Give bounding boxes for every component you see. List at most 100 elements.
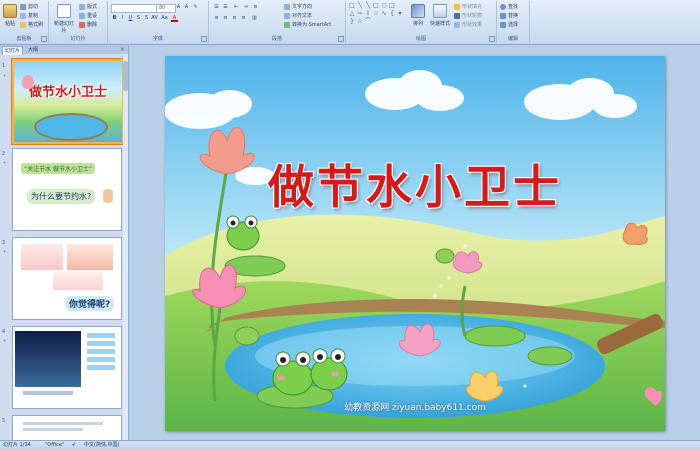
layout-icon (79, 4, 85, 10)
reset-button[interactable]: 重设 (79, 12, 97, 20)
italic-button[interactable]: I (119, 15, 126, 22)
transition-icon: ✦ (3, 338, 7, 343)
font-color-button[interactable]: A (171, 15, 178, 22)
rectangle-icon[interactable]: □ (349, 3, 355, 9)
quick-styles-button[interactable]: 快速样式 (430, 4, 450, 27)
line-icon[interactable]: ╲ (357, 3, 363, 9)
slide-thumbnail-5[interactable] (12, 415, 122, 441)
new-slide-icon (57, 4, 71, 18)
font-launcher-icon[interactable] (201, 36, 207, 42)
rectangle-icon[interactable]: □ (389, 3, 395, 9)
columns-button[interactable]: ▥ (251, 15, 258, 22)
line-spacing-button[interactable]: ≡ (252, 4, 259, 11)
line-icon[interactable]: ╲ (365, 3, 371, 9)
bullets-button[interactable]: ☰ (213, 4, 220, 11)
scrollbar-thumb[interactable] (123, 61, 128, 91)
align-left-button[interactable]: ≡ (213, 15, 220, 22)
font-name-combo[interactable] (111, 4, 157, 13)
strikethrough-button[interactable]: S (135, 15, 142, 22)
slide-thumbnail-3[interactable]: 你觉得呢? (12, 237, 122, 320)
brush-icon (20, 22, 26, 28)
close-icon[interactable]: × (120, 46, 125, 54)
shrink-font-button[interactable]: A (183, 4, 190, 11)
font-size-combo[interactable]: 80 (156, 4, 176, 13)
current-slide[interactable]: 做节水小卫士 幼教资源网 ziyuan.baby611.com (165, 56, 665, 431)
star-icon[interactable]: ☆ (357, 19, 363, 25)
numbering-button[interactable]: ☰ (222, 4, 229, 11)
thumbnail-image (21, 244, 63, 270)
increase-indent-button[interactable]: ⇥ (242, 4, 249, 11)
replace-button[interactable]: 替换 (500, 12, 518, 20)
arrow-icon[interactable]: ⇩ (365, 11, 371, 17)
shadow-button[interactable]: S (143, 15, 150, 22)
editing-group-label: 编辑 (507, 36, 518, 42)
shape-outline-button[interactable]: 形状轮廓 (454, 12, 482, 20)
text-direction-icon (284, 4, 290, 10)
align-text-button[interactable]: 对齐文本 (284, 12, 312, 20)
shape-fill-button[interactable]: 形状填充 (454, 3, 482, 11)
copy-button[interactable]: 复制 (20, 12, 38, 20)
find-button[interactable]: 查找 (500, 3, 518, 11)
slide-thumbnail-4[interactable] (12, 326, 122, 409)
grow-font-button[interactable]: A (175, 4, 182, 11)
slide-number: 4 (2, 329, 6, 335)
align-text-icon (284, 13, 290, 19)
cut-button[interactable]: 剪切 (20, 3, 38, 11)
text-direction-button[interactable]: 文字方向 (284, 3, 312, 11)
delete-slide-button[interactable]: 删除 (79, 21, 97, 29)
align-center-button[interactable]: ≡ (222, 15, 229, 22)
slides-pane: 幻灯片 大纲 × 1 ✦ 做节水小卫士 2 ✦ “关注节水 做节水小卫士” 为什… (0, 45, 129, 441)
smartart-button[interactable]: 转换为 SmartArt (284, 21, 331, 29)
thumbnail-pond (34, 113, 108, 141)
quick-styles-icon (433, 4, 447, 18)
slide-thumbnail-2[interactable]: “关注节水 做节水小卫士” 为什么要节约水? (12, 148, 122, 231)
slide-number: 1 (2, 63, 6, 69)
star-icon[interactable]: ☆ (373, 11, 379, 17)
curve-icon[interactable]: ⌒ (365, 19, 371, 25)
slide-footer: 幼教资源网 ziyuan.baby611.com (344, 403, 486, 413)
select-button[interactable]: 选择 (500, 21, 518, 29)
underline-button[interactable]: U (127, 15, 134, 22)
slide-editing-area: 做节水小卫士 幼教资源网 ziyuan.baby611.com (129, 45, 700, 440)
paste-icon (3, 4, 17, 18)
bold-button[interactable]: B (111, 15, 118, 22)
reset-icon (79, 13, 85, 19)
decrease-indent-button[interactable]: ⇤ (233, 4, 240, 11)
slide-thumbnail-1[interactable]: 做节水小卫士 (12, 59, 124, 144)
drawing-launcher-icon[interactable] (489, 36, 495, 42)
format-painter-button[interactable]: 格式刷 (20, 21, 43, 29)
rectangle-icon[interactable]: □ (373, 3, 379, 9)
clear-format-button[interactable]: ✎ (192, 4, 199, 11)
editing-group: 查找 替换 选择 编辑 (497, 1, 530, 43)
brace-icon[interactable]: } (349, 19, 355, 25)
char-spacing-button[interactable]: AV (151, 15, 158, 22)
slides-group-label: 幻灯片 (70, 36, 86, 42)
layout-button[interactable]: 版式 (79, 3, 97, 11)
outline-icon (454, 13, 460, 19)
pane-scrollbar[interactable] (123, 55, 128, 440)
arrange-button[interactable]: 排列 (410, 4, 426, 27)
shapes-gallery[interactable]: □ ╲ ╲ □ ○ □ △ ⇨ ⇩ ☆ ∿ { } ☆ ⌒ ▾ (349, 3, 405, 29)
copy-icon (20, 13, 26, 19)
brace-icon[interactable]: { (389, 11, 395, 17)
paste-button[interactable]: 粘贴 (2, 4, 18, 27)
tab-slides[interactable]: 幻灯片 (2, 46, 24, 55)
align-right-button[interactable]: ≡ (231, 15, 238, 22)
slide-title[interactable]: 做节水小卫士 (165, 151, 665, 217)
oval-icon[interactable]: ○ (381, 3, 387, 9)
slides-group: 新建幻灯片 版式 重设 删除 幻灯片 (49, 1, 108, 43)
thumbnail-image (15, 331, 81, 387)
triangle-icon[interactable]: △ (349, 11, 355, 17)
change-case-button[interactable]: Aa (161, 15, 168, 22)
slide-number: 3 (2, 240, 6, 246)
paragraph-launcher-icon[interactable] (338, 36, 344, 42)
shape-more-icon[interactable]: ▾ (397, 11, 403, 17)
new-slide-button[interactable]: 新建幻灯片 (53, 4, 75, 34)
justify-button[interactable]: ≡ (240, 15, 247, 22)
tab-outline[interactable]: 大纲 (26, 46, 40, 54)
shape-effects-button[interactable]: 形状效果 (454, 21, 482, 29)
arrow-icon[interactable]: ⇨ (357, 11, 363, 17)
curve-icon[interactable]: ∿ (381, 11, 387, 17)
clipboard-launcher-icon[interactable] (41, 36, 47, 42)
thumbnail-hand-icon (103, 189, 113, 203)
